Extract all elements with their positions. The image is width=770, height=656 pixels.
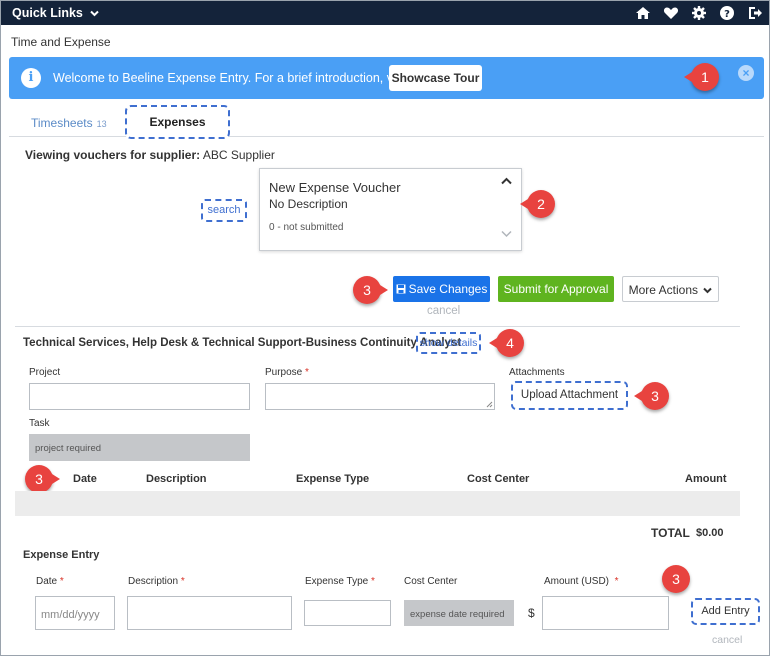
voucher-card[interactable]: New Expense Voucher No Description 0 - n…: [259, 168, 522, 251]
cancel-link[interactable]: cancel: [427, 305, 460, 317]
tab-label: Expenses: [149, 115, 206, 129]
quick-links-label: Quick Links: [12, 6, 83, 20]
show-details-link[interactable]: show details: [416, 332, 481, 354]
column-header-expense-type[interactable]: Expense Type: [296, 473, 369, 485]
project-field[interactable]: [29, 383, 250, 410]
svg-text:?: ?: [724, 9, 730, 20]
expense-type-label: Expense Type *: [305, 576, 375, 587]
cost-center-field: expense date required: [404, 600, 514, 626]
more-actions-label: More Actions: [628, 283, 699, 297]
expense-type-label-text: Expense Type: [305, 576, 369, 587]
chevron-up-icon[interactable]: [501, 174, 512, 188]
callout-marker: 1: [684, 63, 719, 91]
tab-timesheets[interactable]: Timesheets 13: [31, 116, 107, 146]
voucher-status: 0 - not submitted: [269, 222, 344, 233]
description-label: Description *: [128, 576, 185, 587]
task-placeholder: project required: [35, 443, 102, 454]
amount-label: Amount (USD) *: [544, 576, 618, 587]
callout-marker: 3: [634, 382, 669, 410]
total-value: $0.00: [696, 527, 724, 539]
description-label-text: Description: [128, 576, 179, 587]
welcome-banner: i Welcome to Beeline Expense Entry. For …: [9, 57, 764, 99]
callout-marker: 3: [662, 565, 690, 593]
column-header-description[interactable]: Description: [146, 473, 207, 485]
quick-links-menu[interactable]: Quick Links: [12, 6, 100, 20]
tab-expenses[interactable]: Expenses: [125, 105, 230, 139]
callout-marker: 3: [353, 276, 388, 304]
save-changes-button[interactable]: Save Changes: [393, 276, 490, 302]
save-label: Save Changes: [408, 282, 488, 296]
close-icon[interactable]: ×: [738, 65, 754, 81]
voucher-description: No Description: [269, 197, 348, 211]
expense-table-empty-row: [15, 491, 740, 516]
app-window: Quick Links ? Time and Expense i Welcome…: [0, 0, 770, 656]
voucher-title: New Expense Voucher: [269, 180, 401, 195]
description-input[interactable]: [127, 596, 292, 630]
supplier-value: ABC Supplier: [202, 148, 275, 162]
tab-bar: Timesheets 13 Expenses: [9, 105, 764, 139]
callout-marker: 4: [489, 329, 524, 357]
cost-center-label: Cost Center: [404, 576, 458, 587]
supplier-label: Viewing vouchers for supplier:: [25, 148, 201, 162]
date-placeholder: mm/dd/yyyy: [41, 609, 100, 621]
date-label: Date *: [36, 576, 64, 587]
help-icon[interactable]: ?: [719, 5, 735, 21]
chevron-down-icon: [703, 277, 713, 303]
required-mark: *: [370, 576, 375, 587]
task-label: Task: [29, 418, 50, 429]
save-icon: [396, 277, 406, 303]
assignment-title: Technical Services, Help Desk & Technica…: [23, 337, 462, 349]
callout-marker: 2: [520, 190, 555, 218]
purpose-label-text: Purpose: [265, 367, 303, 378]
task-field: project required: [29, 434, 250, 461]
resize-handle-icon[interactable]: [486, 401, 493, 408]
info-icon: i: [21, 68, 41, 88]
required-mark: *: [305, 367, 309, 378]
home-icon[interactable]: [635, 5, 651, 21]
gear-icon[interactable]: [691, 5, 707, 21]
banner-message: Welcome to Beeline Expense Entry. For a …: [53, 71, 433, 85]
attachments-label: Attachments: [509, 367, 565, 378]
required-mark: *: [180, 576, 185, 587]
search-link[interactable]: search: [201, 199, 247, 222]
column-header-date[interactable]: Date: [73, 473, 97, 485]
chevron-down-icon: [90, 6, 100, 20]
add-entry-button[interactable]: Add Entry: [691, 598, 760, 625]
amount-label-text: Amount (USD): [544, 576, 610, 587]
tab-label: Timesheets: [31, 116, 93, 130]
breadcrumb: Time and Expense: [11, 35, 111, 49]
cost-center-placeholder: expense date required: [410, 609, 505, 620]
column-header-amount[interactable]: Amount: [685, 473, 727, 485]
required-mark: *: [614, 576, 619, 587]
supplier-line: Viewing vouchers for supplier: ABC Suppl…: [25, 148, 275, 162]
cancel-entry-link[interactable]: cancel: [712, 634, 742, 646]
chevron-down-icon[interactable]: [501, 229, 512, 241]
project-label: Project: [29, 367, 61, 378]
more-actions-button[interactable]: More Actions: [622, 276, 719, 302]
tab-count-badge: 13: [96, 119, 107, 129]
sign-out-icon[interactable]: [747, 5, 763, 21]
amount-input[interactable]: [542, 596, 669, 630]
upload-attachment-button[interactable]: Upload Attachment: [511, 381, 628, 410]
showcase-tour-button[interactable]: Showcase Tour: [389, 65, 482, 91]
expense-type-select[interactable]: [304, 600, 391, 626]
expense-entry-heading: Expense Entry: [23, 549, 100, 561]
heart-icon[interactable]: [663, 5, 679, 21]
purpose-textarea[interactable]: [265, 383, 495, 410]
purpose-label: Purpose *: [265, 367, 309, 378]
required-mark: *: [59, 576, 64, 587]
submit-for-approval-button[interactable]: Submit for Approval: [498, 276, 614, 302]
column-header-cost-center[interactable]: Cost Center: [467, 473, 529, 485]
total-label: TOTAL: [651, 526, 690, 540]
currency-symbol: $: [528, 606, 535, 620]
date-label-text: Date: [36, 576, 58, 587]
date-input[interactable]: mm/dd/yyyy: [35, 596, 115, 630]
expense-table-header: Date Description Expense Type Cost Cente…: [15, 468, 740, 490]
top-nav-bar: Quick Links ?: [1, 1, 769, 25]
divider: [15, 326, 740, 327]
